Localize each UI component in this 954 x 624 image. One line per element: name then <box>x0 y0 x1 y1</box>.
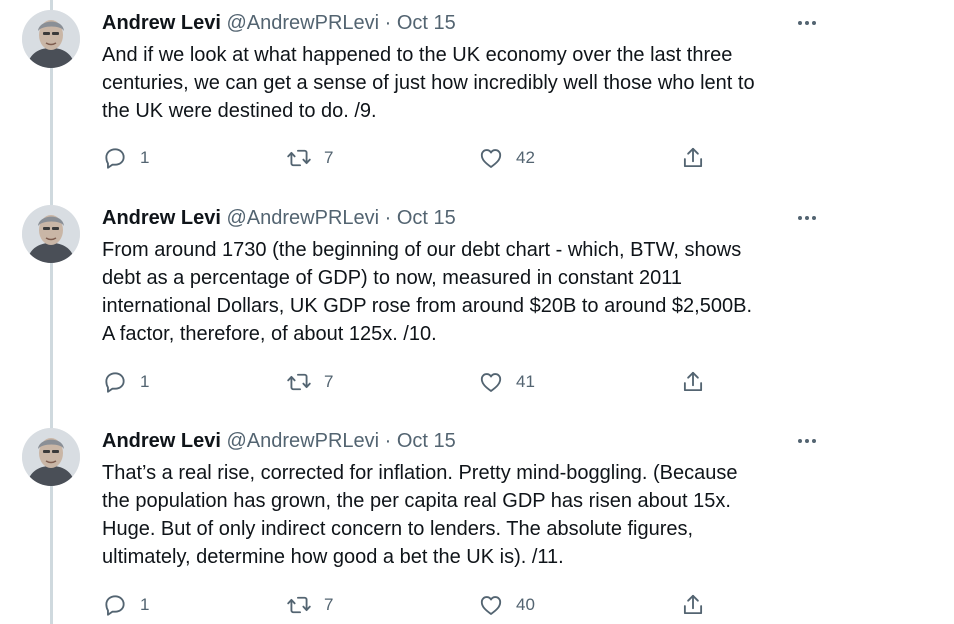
retweet-button[interactable]: 7 <box>286 590 333 620</box>
avatar[interactable] <box>22 428 80 486</box>
tweet-date[interactable]: Oct 15 <box>397 12 456 34</box>
tweet-text-line: And if we look at what happened to the U… <box>102 44 733 66</box>
tweet-text-line: international Dollars, UK GDP rose from … <box>102 295 752 317</box>
reply-icon <box>105 372 125 393</box>
tweet-text-line: ultimately, determine how good a bet the… <box>102 546 564 568</box>
separator-dot: · <box>384 207 392 229</box>
tweet-text: From around 1730 (the beginning of our d… <box>102 236 822 348</box>
tweet-item[interactable]: Andrew Levi @AndrewPRLevi · Oct 15 And i… <box>0 0 954 200</box>
avatar[interactable] <box>22 10 80 68</box>
tweet-text-line: A factor, therefore, of about 125x. /10. <box>102 323 437 345</box>
more-options-button[interactable] <box>792 12 822 34</box>
more-options-icon <box>798 439 816 443</box>
reply-icon <box>105 148 125 169</box>
heart-icon <box>480 149 502 168</box>
like-count: 41 <box>516 372 535 391</box>
more-options-icon <box>798 21 816 25</box>
retweet-count: 7 <box>324 372 334 391</box>
retweet-icon <box>287 373 311 391</box>
heart-icon <box>480 596 502 615</box>
tweet-actions: 1 7 42 <box>102 143 722 173</box>
tweet-date[interactable]: Oct 15 <box>397 430 456 452</box>
tweet-text: And if we look at what happened to the U… <box>102 41 822 125</box>
tweet-text-line: From around 1730 (the beginning of our d… <box>102 239 742 261</box>
reply-count: 1 <box>140 372 150 391</box>
tweet-header: Andrew Levi @AndrewPRLevi · Oct 15 <box>102 205 456 231</box>
tweet-header: Andrew Levi @AndrewPRLevi · Oct 15 <box>102 428 456 454</box>
share-button[interactable] <box>680 590 706 620</box>
avatar[interactable] <box>22 205 80 263</box>
reply-count: 1 <box>140 595 150 614</box>
tweet-actions: 1 7 40 <box>102 590 722 620</box>
tweet-item[interactable]: Andrew Levi @AndrewPRLevi · Oct 15 That’… <box>0 418 954 624</box>
retweet-icon <box>287 596 311 614</box>
tweet-text-line: Huge. But of only indirect concern to le… <box>102 518 694 540</box>
separator-dot: · <box>384 430 392 452</box>
retweet-icon <box>287 149 311 167</box>
reply-button[interactable]: 1 <box>102 143 149 173</box>
share-button[interactable] <box>680 143 706 173</box>
author-name[interactable]: Andrew Levi <box>102 12 221 34</box>
like-button[interactable]: 41 <box>478 367 535 397</box>
tweet-text-line: centuries, we can get a sense of just ho… <box>102 72 755 94</box>
tweet-text-line: the population has grown, the per capita… <box>102 490 731 512</box>
share-icon <box>683 371 703 392</box>
reply-count: 1 <box>140 148 150 167</box>
more-options-button[interactable] <box>792 430 822 452</box>
tweet-date[interactable]: Oct 15 <box>397 207 456 229</box>
retweet-button[interactable]: 7 <box>286 143 333 173</box>
more-options-button[interactable] <box>792 207 822 229</box>
reply-icon <box>105 595 125 616</box>
retweet-count: 7 <box>324 148 334 167</box>
more-options-icon <box>798 216 816 220</box>
tweet-text: That’s a real rise, corrected for inflat… <box>102 459 822 571</box>
tweet-text-line: That’s a real rise, corrected for inflat… <box>102 462 738 484</box>
tweet-text-line: debt as a percentage of GDP) to now, mea… <box>102 267 682 289</box>
reply-button[interactable]: 1 <box>102 367 149 397</box>
author-handle[interactable]: @AndrewPRLevi <box>226 12 379 34</box>
like-button[interactable]: 40 <box>478 590 535 620</box>
author-handle[interactable]: @AndrewPRLevi <box>226 430 379 452</box>
tweet-text-line: the UK were destined to do. /9. <box>102 100 377 122</box>
author-handle[interactable]: @AndrewPRLevi <box>226 207 379 229</box>
author-name[interactable]: Andrew Levi <box>102 430 221 452</box>
retweet-button[interactable]: 7 <box>286 367 333 397</box>
heart-icon <box>480 373 502 392</box>
tweet-actions: 1 7 41 <box>102 367 722 397</box>
tweet-header: Andrew Levi @AndrewPRLevi · Oct 15 <box>102 10 456 36</box>
share-icon <box>683 594 703 615</box>
author-name[interactable]: Andrew Levi <box>102 207 221 229</box>
tweet-item[interactable]: Andrew Levi @AndrewPRLevi · Oct 15 From … <box>0 195 954 420</box>
like-button[interactable]: 42 <box>478 143 535 173</box>
share-icon <box>683 147 703 168</box>
reply-button[interactable]: 1 <box>102 590 149 620</box>
separator-dot: · <box>384 12 392 34</box>
retweet-count: 7 <box>324 595 334 614</box>
share-button[interactable] <box>680 367 706 397</box>
like-count: 42 <box>516 148 535 167</box>
like-count: 40 <box>516 595 535 614</box>
